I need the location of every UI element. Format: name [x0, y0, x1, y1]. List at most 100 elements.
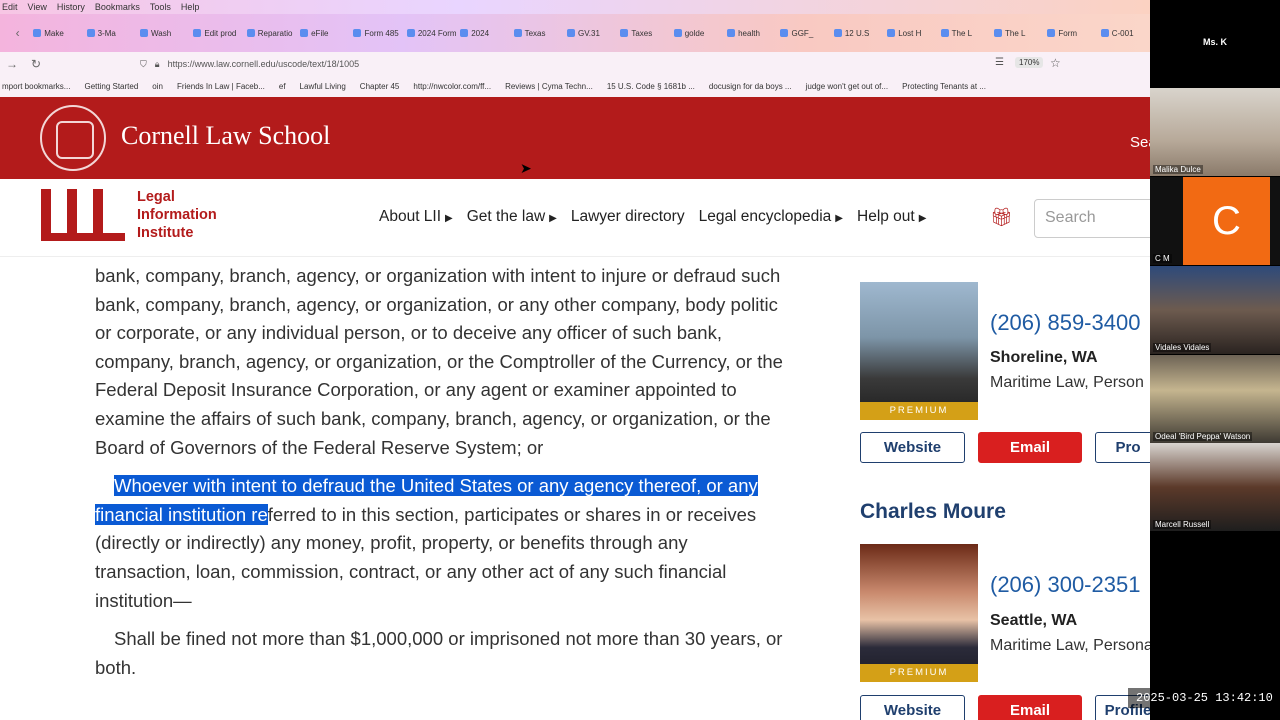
nav-legal-encyclopedia[interactable]: Legal encyclopedia ▶ — [699, 208, 843, 226]
bookmark-item[interactable]: ef — [279, 82, 286, 91]
browser-tab[interactable]: The L — [937, 29, 990, 38]
tab-favicon-icon — [887, 29, 896, 37]
browser-tab[interactable]: health — [723, 29, 776, 38]
bookmark-item[interactable]: mport bookmarks... — [2, 82, 70, 91]
url-text: https://www.law.cornell.edu/uscode/text/… — [167, 59, 360, 69]
school-title[interactable]: Cornell Law School — [121, 121, 330, 151]
website-button[interactable]: Website — [860, 695, 965, 720]
nav-about-lii[interactable]: About LII ▶ — [379, 208, 453, 226]
browser-tab[interactable]: Lost H — [883, 29, 936, 38]
cornell-seal-icon[interactable] — [40, 105, 106, 171]
menu-help[interactable]: Help — [181, 2, 200, 12]
website-button[interactable]: Website — [860, 432, 965, 463]
lawyer-phone[interactable]: (206) 300-2351 — [990, 572, 1140, 598]
lii-logo-text[interactable]: Legal Information Institute — [137, 188, 237, 242]
browser-tab[interactable]: eFile — [296, 29, 349, 38]
tab-favicon-icon — [993, 29, 1002, 37]
tab-scroll-left-icon[interactable]: ‹ — [6, 26, 29, 40]
lii-search-input[interactable]: Search — [1034, 199, 1164, 238]
bookmark-item[interactable]: Getting Started — [84, 82, 138, 91]
lii-navbar: Legal Information Institute About LII ▶ G… — [0, 179, 1164, 257]
menu-view[interactable]: View — [28, 2, 47, 12]
reload-icon[interactable]: ↻ — [24, 57, 48, 71]
email-button[interactable]: Email — [978, 695, 1082, 720]
caret-right-icon: ▶ — [918, 213, 927, 224]
bookmark-item[interactable]: Reviews | Cyma Techn... — [505, 82, 593, 91]
browser-tab[interactable]: 2024 — [456, 29, 509, 38]
tab-favicon-icon — [300, 29, 309, 37]
lawyer-practice-area: Maritime Law, Person — [990, 374, 1144, 391]
lawyer-photo[interactable]: PREMIUM — [860, 544, 978, 682]
bookmark-item[interactable]: judge won't get out of... — [806, 82, 888, 91]
star-icon[interactable]: ☆ — [1050, 56, 1061, 70]
nav-get-the-law[interactable]: Get the law ▶ — [467, 208, 557, 226]
shield-icon: ⛉ — [140, 58, 147, 69]
bookmark-item[interactable]: oin — [152, 82, 163, 91]
participant-name: C M — [1153, 254, 1172, 263]
tab-favicon-icon — [513, 29, 522, 37]
tab-favicon-icon — [1100, 29, 1109, 37]
browser-navbar: → ↻ ⛉ 🔒︎ https://www.law.cornell.edu/usc… — [0, 52, 1150, 76]
tab-strip: ‹ Make 3-Ma Wash Edit prod Reparatio eFi… — [0, 14, 1150, 52]
tab-favicon-icon — [139, 29, 148, 37]
bookmark-item[interactable]: 15 U.S. Code § 1681b ... — [607, 82, 695, 91]
bookmark-item[interactable]: docusign for da boys ... — [709, 82, 792, 91]
browser-tab[interactable]: Form — [1043, 29, 1096, 38]
nav-lawyer-directory[interactable]: Lawyer directory — [571, 208, 685, 226]
nav-help-out[interactable]: Help out ▶ — [857, 208, 926, 226]
tab-favicon-icon — [1047, 29, 1056, 37]
lii-logo-icon[interactable] — [41, 189, 125, 241]
browser-tab[interactable]: Taxes — [616, 29, 669, 38]
browser-tab[interactable]: GGF_ — [776, 29, 829, 38]
mouse-cursor-icon: ➤ — [520, 160, 532, 176]
recording-timestamp: 2025-03-25 13:42:10 — [1128, 688, 1280, 708]
participant-name: Odeal 'Bird Peppa' Watson — [1153, 432, 1253, 441]
forward-icon[interactable]: → — [0, 57, 24, 71]
browser-tab[interactable]: C-001 — [1097, 29, 1150, 38]
email-button[interactable]: Email — [978, 432, 1082, 463]
participant-tile[interactable]: C C M — [1150, 177, 1280, 265]
caret-right-icon: ▶ — [445, 213, 453, 224]
browser-tab[interactable]: 2024 Form — [403, 29, 456, 38]
browser-tab[interactable]: golde — [670, 29, 723, 38]
bookmark-item[interactable]: Chapter 45 — [360, 82, 400, 91]
lawyer-phone[interactable]: (206) 859-3400 — [990, 310, 1140, 336]
participant-tile[interactable]: Odeal 'Bird Peppa' Watson — [1150, 355, 1280, 443]
browser-tab[interactable]: Edit prod — [189, 29, 242, 38]
browser-tab[interactable]: GV.31 — [563, 29, 616, 38]
premium-badge: PREMIUM — [860, 402, 978, 420]
tab-favicon-icon — [33, 29, 42, 37]
tab-favicon-icon — [673, 29, 682, 37]
bookmark-item[interactable]: Protecting Tenants at ... — [902, 82, 986, 91]
address-bar[interactable]: ⛉ 🔒︎ https://www.law.cornell.edu/uscode/… — [140, 55, 1070, 73]
participant-tile[interactable]: Vidales Vidales — [1150, 266, 1280, 354]
tab-favicon-icon — [833, 29, 842, 37]
reader-view-icon[interactable]: ☰ — [995, 57, 1004, 68]
bookmark-item[interactable]: Lawful Living — [300, 82, 346, 91]
browser-tab[interactable]: Reparatio — [243, 29, 296, 38]
browser-tab[interactable]: Wash — [136, 29, 189, 38]
bookmark-item[interactable]: http://nwcolor.com/ff... — [413, 82, 491, 91]
browser-tab[interactable]: The L — [990, 29, 1043, 38]
menu-edit[interactable]: Edit — [2, 2, 18, 12]
menu-tools[interactable]: Tools — [150, 2, 171, 12]
tab-favicon-icon — [460, 29, 469, 37]
lawyer-location: Seattle, WA — [990, 612, 1078, 629]
browser-tab[interactable]: Make — [29, 29, 82, 38]
browser-tab[interactable]: 3-Ma — [83, 29, 136, 38]
browser-tab[interactable]: Form 485 — [349, 29, 402, 38]
bookmark-item[interactable]: Friends In Law | Faceb... — [177, 82, 265, 91]
browser-tab[interactable]: 12 U.S — [830, 29, 883, 38]
zoom-level[interactable]: 170% — [1015, 57, 1044, 68]
menu-bookmarks[interactable]: Bookmarks — [95, 2, 140, 12]
browser-tab[interactable]: Texas — [510, 29, 563, 38]
premium-badge: PREMIUM — [860, 664, 978, 682]
lawyer-photo[interactable]: PREMIUM — [860, 282, 978, 420]
lawyer-name[interactable]: Charles Moure — [860, 500, 1006, 524]
menu-history[interactable]: History — [57, 2, 85, 12]
video-call-panel: Ms. K Malika Dulce C C M Vidales Vidales… — [1150, 0, 1280, 720]
participant-tile[interactable]: Malika Dulce — [1150, 88, 1280, 176]
participant-tile[interactable]: Marcell Russell — [1150, 443, 1280, 531]
gift-icon[interactable]: 🎁︎ — [990, 207, 1013, 228]
host-name: Ms. K — [1202, 37, 1227, 47]
